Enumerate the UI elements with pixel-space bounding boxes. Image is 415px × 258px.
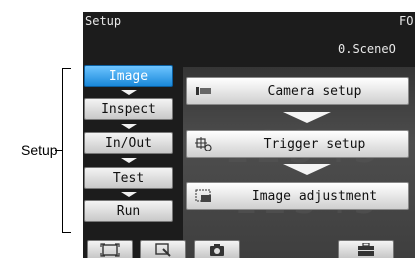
camera-icon <box>210 244 224 256</box>
camera-setup-label: Camera setup <box>267 84 362 99</box>
menu-run-button[interactable]: Run <box>84 200 173 222</box>
menu-test-button[interactable]: Test <box>84 167 173 189</box>
image-adjustment-button[interactable]: Image adjustment <box>186 182 409 210</box>
menu-inout-button[interactable]: In/Out <box>84 132 173 154</box>
capture-button[interactable] <box>194 240 240 258</box>
trigger-setup-label: Trigger setup <box>263 137 366 152</box>
down-arrow-icon <box>283 112 331 123</box>
menu-image-button[interactable]: Image <box>84 65 173 87</box>
zoom-icon <box>155 243 171 257</box>
down-arrow-icon <box>121 192 137 197</box>
trigger-icon <box>195 137 213 152</box>
device-screen: 12345 12345 Setup FO 0.SceneO Image Insp… <box>83 12 415 258</box>
fullscreen-button[interactable] <box>87 240 133 258</box>
camera-setup-icon <box>195 84 213 98</box>
screen-title: Setup <box>85 14 122 28</box>
down-arrow-icon <box>121 124 137 129</box>
scene-indicator: 0.SceneO <box>338 42 396 56</box>
down-arrow-icon <box>121 90 137 95</box>
setup-callout-label: Setup <box>21 142 58 158</box>
toolbox-icon <box>358 243 374 256</box>
image-adjust-icon <box>195 189 213 203</box>
image-adjustment-label: Image adjustment <box>251 189 378 204</box>
down-arrow-icon <box>121 158 137 163</box>
camera-setup-button[interactable]: Camera setup <box>186 77 409 105</box>
down-arrow-icon <box>283 164 331 175</box>
callout-bracket-tick <box>55 150 63 151</box>
toolbox-button[interactable] <box>338 240 394 258</box>
zoom-button[interactable] <box>140 240 186 258</box>
menu-inspect-button[interactable]: Inspect <box>84 98 173 120</box>
trigger-setup-button[interactable]: Trigger setup <box>186 130 409 158</box>
fullscreen-icon <box>100 243 120 257</box>
screen-title-right: FO <box>399 14 414 28</box>
callout-bracket <box>62 68 71 233</box>
